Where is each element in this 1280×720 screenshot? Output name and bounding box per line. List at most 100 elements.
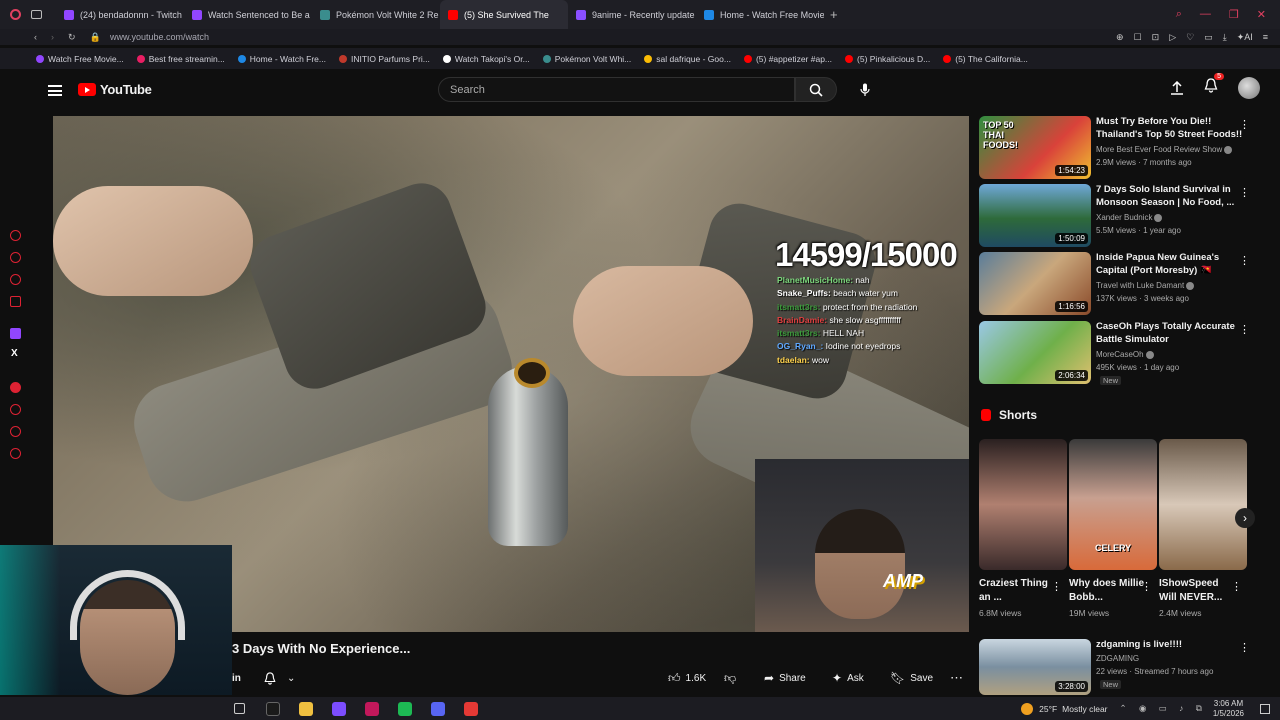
browser-tab[interactable]: Watch Sentenced to Be a [184, 0, 312, 29]
share-button[interactable]: ➦ Share [764, 667, 806, 689]
bookmark-icon[interactable]: ☐ [1134, 32, 1142, 43]
live-stream-item[interactable]: 3:28:00 zdgaming is live!!!! ZDGAMING 22… [979, 639, 1269, 703]
channel-name[interactable]: MoreCaseOh [1096, 350, 1154, 359]
more-options-icon[interactable]: ⋮ [1231, 580, 1242, 593]
forward-icon[interactable]: › [51, 32, 54, 43]
browser-tab[interactable]: (5) She Survived The [440, 0, 568, 29]
bookmark-item[interactable]: (5) #appetizer #ap... [743, 54, 832, 64]
short-thumbnail[interactable]: CELERY [1069, 439, 1157, 570]
browser-tab[interactable]: Pokémon Volt White 2 Re [312, 0, 440, 29]
recommended-video[interactable]: 1:50:09 7 Days Solo Island Survival in Mo… [979, 184, 1269, 248]
more-options-icon[interactable]: ⋮ [1239, 254, 1250, 267]
bookmark-item[interactable]: (5) The California... [943, 54, 1028, 64]
ask-button[interactable]: ✦ Ask [832, 667, 864, 689]
channel-name[interactable]: More Best Ever Food Review Show [1096, 145, 1233, 154]
browser-tab[interactable]: (24) bendadonnn - Twitch [56, 0, 184, 29]
tray-icons[interactable]: ⌃ ◉ ▭ ♪ ⧉ [1120, 703, 1207, 714]
sidebar-aria-icon[interactable] [10, 230, 21, 241]
snapshot-icon[interactable]: ⊡ [1152, 32, 1160, 43]
bookmark-item[interactable]: Best free streamin... [136, 54, 225, 64]
bookmark-item[interactable]: Watch Takopi's Or... [442, 54, 530, 64]
search-input[interactable]: Search [438, 77, 795, 102]
weather-temp[interactable]: 25°F [1039, 704, 1057, 714]
browser-tab[interactable]: Home - Watch Free Movie [696, 0, 824, 29]
more-options-icon[interactable]: ⋮ [1239, 323, 1250, 336]
search-button[interactable] [795, 77, 837, 102]
browser-tab[interactable]: 9anime - Recently update [568, 0, 696, 29]
maximize-icon[interactable]: ❐ [1229, 8, 1239, 21]
download-icon[interactable]: ⤓ [1223, 32, 1227, 43]
shorts-next-icon[interactable]: › [1235, 508, 1255, 528]
search-tabs-icon[interactable]: ⌕ [1176, 8, 1182, 21]
recommended-video[interactable]: 1:16:56 Inside Papua New Guinea's Capital… [979, 252, 1269, 316]
minimize-icon[interactable]: — [1200, 8, 1211, 21]
task-view-icon[interactable] [234, 703, 245, 714]
more-options-icon[interactable]: ⋮ [1239, 641, 1250, 654]
notification-center-icon[interactable] [1260, 703, 1270, 714]
taskbar-app-icon[interactable] [398, 701, 412, 716]
bookmark-item[interactable]: Home - Watch Fre... [237, 54, 326, 64]
tab-menu-icon[interactable] [31, 10, 42, 19]
opera-logo-icon[interactable] [10, 9, 21, 20]
short-thumbnail[interactable] [979, 439, 1067, 570]
more-options-icon[interactable]: ⋮ [1239, 118, 1250, 131]
wallet-icon[interactable]: ▭ [1204, 32, 1213, 43]
short-title[interactable]: Craziest Thing an ... [979, 577, 1054, 605]
weather-condition[interactable]: Mostly clear [1062, 704, 1107, 714]
sidebar-player-icon[interactable] [10, 382, 21, 393]
clock[interactable]: 3:06 AM 1/5/2026 [1213, 699, 1244, 719]
heart-icon[interactable]: ♡ [1186, 32, 1194, 43]
more-actions-icon[interactable]: ⋯ [950, 667, 963, 689]
send-icon[interactable]: ▷ [1169, 32, 1176, 43]
sidebar-settings-icon[interactable] [10, 448, 21, 459]
taskbar-app-icon[interactable] [332, 701, 346, 716]
url-field[interactable]: www.youtube.com/watch [110, 32, 209, 42]
bookmark-item[interactable]: Watch Free Movie... [36, 54, 124, 64]
recommended-video[interactable]: TOP 50 THAI FOODS! 1:54:23 Must Try Before… [979, 116, 1269, 180]
bookmark-item[interactable]: Pokémon Volt Whi... [542, 54, 631, 64]
more-options-icon[interactable]: ⋮ [1051, 580, 1062, 593]
sidebar-twitch-icon[interactable] [10, 328, 21, 339]
sidebar-extensions-icon[interactable] [10, 426, 21, 437]
sidebar-crypto-icon[interactable] [10, 252, 21, 263]
hamburger-menu-icon[interactable] [48, 85, 62, 96]
sidebar-music-icon[interactable] [10, 296, 21, 307]
dislike-button[interactable]: 👎︎ [724, 667, 736, 689]
short-title[interactable]: IShowSpeed Will NEVER... [1159, 577, 1234, 605]
notification-bell-button[interactable]: ⌄ [264, 667, 295, 689]
taskbar-app-icon[interactable] [431, 701, 445, 716]
voice-search-button[interactable] [852, 77, 877, 102]
bookmark-item[interactable]: (5) Pinkalicious D... [845, 54, 930, 64]
channel-name[interactable]: Travel with Luke Damant [1096, 281, 1195, 290]
short-thumbnail[interactable] [1159, 439, 1247, 570]
save-button[interactable]: 🔖︎ Save [890, 667, 933, 689]
channel-name[interactable]: Xander Budnick [1096, 213, 1163, 222]
subscribe-label[interactable]: in [232, 667, 241, 689]
taskbar-app-icon[interactable] [266, 701, 280, 716]
like-button[interactable]: 👍︎ 1.6K [668, 667, 706, 689]
close-icon[interactable]: ✕ [1257, 8, 1266, 21]
taskbar-app-icon[interactable] [464, 701, 478, 716]
like-count: 1.6K [685, 672, 707, 684]
avatar[interactable] [1238, 77, 1260, 99]
sidebar-history-icon[interactable] [10, 404, 21, 415]
bookmark-item[interactable]: INITIO Parfums Pri... [339, 54, 430, 64]
back-icon[interactable]: ‹ [34, 32, 37, 43]
reload-icon[interactable]: ↻ [68, 32, 76, 43]
ai-icon[interactable]: ✦AI [1237, 32, 1253, 43]
more-options-icon[interactable]: ⋮ [1239, 186, 1250, 199]
pin-icon[interactable]: ⊕ [1116, 32, 1124, 43]
taskbar-app-icon[interactable] [365, 701, 379, 716]
taskbar-app-icon[interactable] [299, 701, 313, 716]
sidebar-x-icon[interactable]: X [11, 348, 18, 359]
more-options-icon[interactable]: ⋮ [1141, 580, 1152, 593]
youtube-logo[interactable]: YouTube [78, 82, 152, 97]
notifications-button[interactable]: 5 [1204, 73, 1224, 98]
short-title[interactable]: Why does Millie Bobb... [1069, 577, 1144, 605]
menu-icon[interactable]: ≡ [1263, 32, 1268, 43]
upload-icon[interactable] [1170, 81, 1184, 95]
recommended-video[interactable]: 2:06:34 CaseOh Plays Totally Accurate Bat… [979, 321, 1269, 385]
bookmark-item[interactable]: sal dafrique - Goo... [644, 54, 731, 64]
sidebar-messenger-icon[interactable] [10, 274, 21, 285]
new-tab-button[interactable]: + [830, 7, 838, 22]
